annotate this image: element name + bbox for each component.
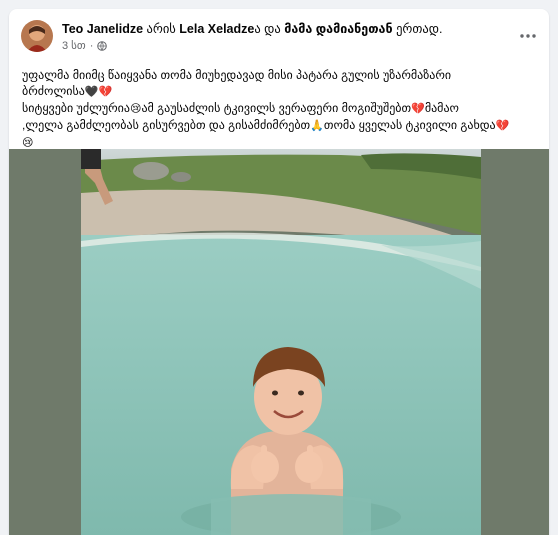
author-connector-3: ერთად. xyxy=(392,22,443,36)
text-line-2: ბრძოლისა🖤💔 xyxy=(22,83,542,100)
post-meta: 3 სთ · xyxy=(62,39,108,52)
text-line-3-part-a: სიტყვები უძლურია xyxy=(22,101,130,115)
broken-heart-emoji: 🖤💔 xyxy=(84,86,113,98)
text-line-3: სიტყვები უძლურია😢ამ გაუსაძლის ტკივილს ვე… xyxy=(22,100,542,117)
broken-heart-emoji: 💔 xyxy=(495,120,510,132)
text-line-1: უფალმა მიიმც წაიყვანა თომა მიუხედავად მი… xyxy=(22,67,542,83)
post-media xyxy=(9,149,549,535)
post-time[interactable]: 3 სთ xyxy=(62,39,86,52)
more-options-icon xyxy=(520,34,536,38)
text-line-4: ,ლელა გამძლეობას გისურვებთ და გისამძიმრე… xyxy=(22,117,542,134)
more-options-button[interactable] xyxy=(515,23,541,49)
praying-hands-emoji: 🙏 xyxy=(310,120,324,132)
post-text: უფალმა მიიმც წაიყვანა თომა მიუხედავად მი… xyxy=(22,67,542,151)
meta-separator: · xyxy=(89,39,94,52)
with-person[interactable]: მამა დამიანეთან xyxy=(284,22,392,36)
text-line-4-part-a: ,ლელა გამძლეობას გისურვებთ და გისამძიმრე… xyxy=(22,118,311,132)
post-header: Teo Janelidze არის Lela Xeladzeა და მამა… xyxy=(9,9,549,59)
text-line-2-text: ბრძოლისა xyxy=(22,84,85,98)
text-line-3-part-c: მამაო xyxy=(424,101,459,115)
post-photo[interactable] xyxy=(81,149,481,535)
author-connector-2: ა და xyxy=(254,22,285,36)
text-line-1-text: უფალმა მიიმც წაიყვანა თომა მიუხედავად მი… xyxy=(22,68,452,82)
text-line-4-part-b: თომა ყველას ტკივილი გახდა xyxy=(323,118,496,132)
author-avatar[interactable] xyxy=(21,20,53,52)
author-name[interactable]: Teo Janelidze xyxy=(62,22,143,36)
broken-heart-emoji: 💔 xyxy=(411,103,425,115)
crying-emoji: 😢 xyxy=(129,103,142,115)
avatar-image xyxy=(21,20,53,52)
crying-emoji: 😢 xyxy=(22,137,34,149)
globe-icon xyxy=(97,40,108,51)
post-card: Teo Janelidze არის Lela Xeladzeა და მამა… xyxy=(9,9,549,535)
tagged-person[interactable]: Lela Xeladze xyxy=(179,22,254,36)
author-connector-1: არის xyxy=(143,22,180,36)
text-line-3-part-b: ამ გაუსაძლის ტკივილს ვერაფერი მოგიშუშებთ xyxy=(141,101,412,115)
author-line: Teo Janelidze არის Lela Xeladzeა და მამა… xyxy=(62,21,442,37)
